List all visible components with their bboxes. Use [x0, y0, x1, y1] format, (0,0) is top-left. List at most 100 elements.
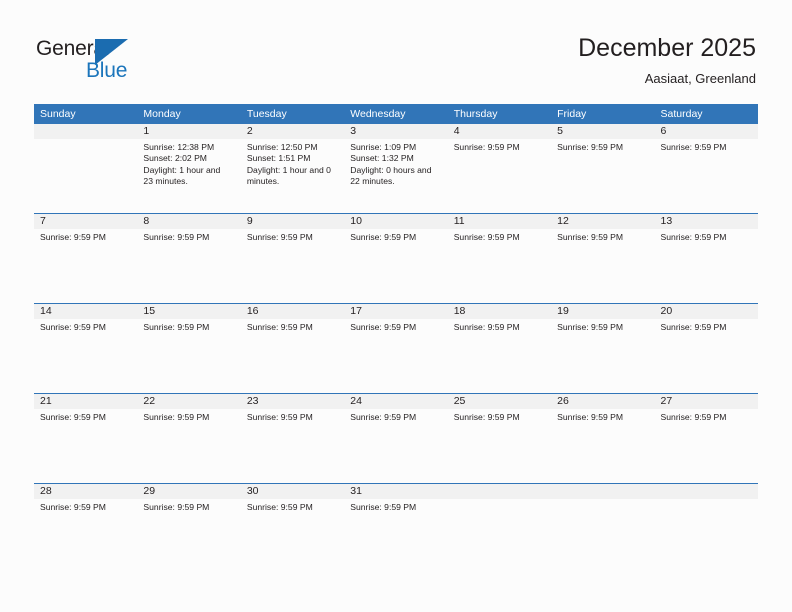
day-number-9[interactable]: 9 [241, 214, 344, 229]
day-info-17: Sunrise: 9:59 PM [344, 319, 447, 393]
day-info-14: Sunrise: 9:59 PM [34, 319, 137, 393]
day-info-line: Sunrise: 9:59 PM [557, 412, 624, 422]
weekday-header-monday: Monday [143, 108, 181, 120]
day-info-7: Sunrise: 9:59 PM [34, 229, 137, 303]
day-info-3: Sunrise: 1:09 PM Sunset: 1:32 PM Daylight:… [344, 139, 447, 213]
day-info-11: Sunrise: 9:59 PM [448, 229, 551, 303]
day-number-11[interactable]: 11 [448, 214, 551, 229]
day-number-27[interactable]: 27 [655, 394, 758, 409]
day-number-20[interactable]: 20 [655, 304, 758, 319]
day-info-line: Sunrise: 9:59 PM [40, 322, 106, 332]
day-info-empty [551, 499, 654, 573]
week-date-number-band: 14 15 16 17 18 19 20 [34, 304, 758, 319]
day-info-line: Sunrise: 9:59 PM [143, 232, 210, 242]
day-info-line: Sunrise: 9:59 PM [143, 322, 210, 332]
day-info-22: Sunrise: 9:59 PM [137, 409, 240, 483]
day-info-line: Sunrise: 9:59 PM [40, 412, 106, 422]
weekday-header-saturday: Saturday [660, 108, 703, 120]
day-number-24[interactable]: 24 [344, 394, 447, 409]
general-blue-logo[interactable]: General Blue [36, 36, 166, 86]
day-number-25[interactable]: 25 [448, 394, 551, 409]
day-number-5[interactable]: 5 [551, 124, 654, 139]
day-info-line: Sunrise: 9:59 PM [246, 232, 313, 242]
day-number-8[interactable]: 8 [137, 214, 240, 229]
day-number-28[interactable]: 28 [34, 484, 137, 499]
page-title: December 2025 [578, 34, 756, 62]
day-number-17[interactable]: 17 [344, 304, 447, 319]
week-detail-band: Sunrise: 12:38 PM Sunset: 2:02 PM Daylight… [34, 139, 758, 213]
day-info-20: Sunrise: 9:59 PM [655, 319, 758, 393]
week-date-number-band: 123456 [34, 124, 758, 139]
day-info-line: Sunrise: 9:59 PM [246, 322, 313, 332]
day-info-6: Sunrise: 9:59 PM [655, 139, 758, 213]
week-detail-band: Sunrise: 9:59 PM Sunrise: 9:59 PM Sunrise:… [34, 409, 758, 483]
day-info-line: Sunrise: 9:59 PM [143, 412, 210, 422]
day-info-28: Sunrise: 9:59 PM [34, 499, 137, 573]
day-number-7[interactable]: 7 [34, 214, 137, 229]
page-subtitle-location: Aasiaat, Greenland [644, 71, 756, 86]
day-info-25: Sunrise: 9:59 PM [448, 409, 551, 483]
title-block: December 2025 Aasiaat, Greenland [578, 33, 756, 88]
day-info-line: Sunrise: 9:59 PM [453, 232, 520, 242]
day-info-21: Sunrise: 9:59 PM [34, 409, 137, 483]
calendar-week-row: 14 15 16 17 18 19 20 Sunrise: 9:59 PM Sunrise: 9… [34, 303, 758, 393]
day-number-31[interactable]: 31 [344, 484, 447, 499]
day-number-26[interactable]: 26 [551, 394, 654, 409]
day-number-21[interactable]: 21 [34, 394, 137, 409]
calendar-weeks: 1 2 3 4 5 6 Sunrise: 12:38 PM Sunset: 2:02 PM Da… [34, 124, 758, 573]
day-number-14[interactable]: 14 [34, 304, 137, 319]
day-info-line: Sunrise: 9:59 PM [557, 142, 624, 152]
day-number-22[interactable]: 22 [137, 394, 240, 409]
day-info-line: Sunrise: 9:59 PM [350, 322, 417, 332]
day-number-12[interactable]: 12 [551, 214, 654, 229]
day-info-line: Sunrise: 9:59 PM [246, 502, 313, 512]
day-info-line: Sunrise: 9:59 PM [350, 502, 417, 512]
day-number-15[interactable]: 15 [137, 304, 240, 319]
day-number-3[interactable]: 3 [344, 124, 447, 139]
page-header: General Blue December 2025 Aasiaat, Gree… [0, 0, 792, 100]
day-info-12: Sunrise: 9:59 PM [551, 229, 654, 303]
weekday-header-friday: Friday [557, 108, 587, 120]
day-info-23: Sunrise: 9:59 PM [241, 409, 344, 483]
day-number-18[interactable]: 18 [448, 304, 551, 319]
day-info-line: Sunrise: 9:59 PM [660, 322, 727, 332]
week-detail-band: Sunrise: 9:59 PM Sunrise: 9:59 PM Sunrise:… [34, 499, 758, 573]
day-info-24: Sunrise: 9:59 PM [344, 409, 447, 483]
day-info-line: Sunrise: 9:59 PM [453, 142, 520, 152]
day-number-2[interactable]: 2 [241, 124, 344, 139]
day-info-9: Sunrise: 9:59 PM [241, 229, 344, 303]
day-info-line: Sunrise: 9:59 PM [557, 322, 624, 332]
day-info-line: Sunrise: 9:59 PM [453, 322, 520, 332]
day-info-empty [34, 139, 137, 213]
day-number-6[interactable]: 6 [655, 124, 758, 139]
calendar-week-row: 7 8 9 10 11 12 13 Sunrise: 9:59 PM Sunrise: 9:59… [34, 213, 758, 303]
day-info-30: Sunrise: 9:59 PM [241, 499, 344, 573]
calendar-week-row: 21 22 23 24 25 26 27 Sunrise: 9:59 PM Sunrise: 9… [34, 393, 758, 483]
day-info-line: Sunset: 1:32 PM [350, 153, 414, 164]
day-info-line: Sunrise: 9:59 PM [350, 232, 417, 242]
day-info-10: Sunrise: 9:59 PM [344, 229, 447, 303]
day-info-empty [655, 499, 758, 573]
day-number-16[interactable]: 16 [241, 304, 344, 319]
day-info-line: Sunrise: 9:59 PM [660, 142, 727, 152]
day-info-31: Sunrise: 9:59 PM [344, 499, 447, 573]
day-number-empty [551, 484, 654, 499]
day-number-13[interactable]: 13 [655, 214, 758, 229]
day-number-19[interactable]: 19 [551, 304, 654, 319]
day-info-line: Sunset: 2:02 PM [143, 153, 207, 164]
day-number-1[interactable]: 1 [137, 124, 240, 139]
day-info-5: Sunrise: 9:59 PM [551, 139, 654, 213]
day-number-30[interactable]: 30 [241, 484, 344, 499]
day-number-4[interactable]: 4 [448, 124, 551, 139]
day-info-13: Sunrise: 9:59 PM [655, 229, 758, 303]
day-number-10[interactable]: 10 [344, 214, 447, 229]
day-number-23[interactable]: 23 [241, 394, 344, 409]
day-number-29[interactable]: 29 [137, 484, 240, 499]
calendar-week-row: 28 29 30 31 Sunrise: 9:59 PM Sunrise: 9:59 PM… [34, 483, 758, 573]
day-info-15: Sunrise: 9:59 PM [137, 319, 240, 393]
day-number-empty [34, 124, 137, 139]
week-date-number-band: 21 22 23 24 25 26 27 [34, 394, 758, 409]
logo-text-blue: Blue [86, 59, 128, 82]
weekday-header-row: Sunday Monday Tuesday Wednesday Thursday Frid… [34, 104, 758, 124]
day-info-1: Sunrise: 12:38 PM Sunset: 2:02 PM Daylight… [137, 139, 240, 213]
